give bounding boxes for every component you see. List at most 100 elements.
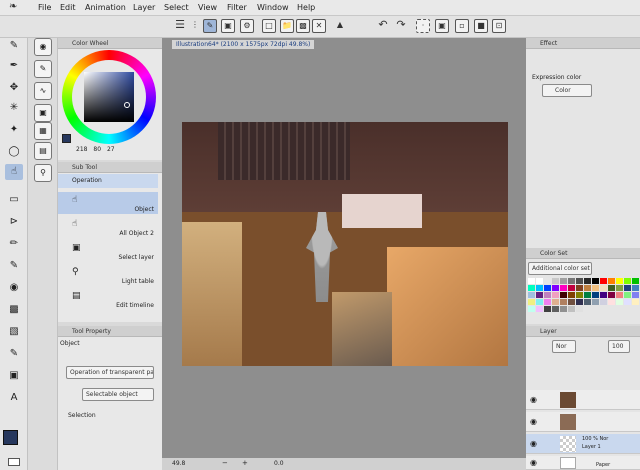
angle-value[interactable]: 0.0 [274,460,284,467]
color-swatch[interactable] [568,278,575,284]
zoom-out-icon[interactable]: − [222,459,228,467]
color-swatch[interactable] [576,278,583,284]
color-swatch[interactable] [568,292,575,298]
search-icon[interactable]: ⚲ [34,164,52,182]
transparent-operation-dropdown[interactable]: Operation of transparent part [66,366,154,379]
color-swatch[interactable] [560,285,567,291]
transparent-color-swatch[interactable] [8,458,20,466]
layer-row[interactable]: ◉ [526,412,640,432]
color-wheel[interactable] [62,50,156,144]
color-swatch[interactable] [536,306,543,312]
color-set-palette[interactable] [528,278,639,318]
menu-view[interactable]: View [198,3,217,12]
color-swatch[interactable] [592,285,599,291]
subtool-item-object[interactable]: ☝ Object [58,192,158,214]
color-swatch[interactable] [584,299,591,305]
new-file-icon[interactable]: □ [262,19,276,33]
color-swatch[interactable] [624,299,631,305]
color-set-dropdown[interactable]: Additional color set [528,262,592,275]
color-swatch[interactable] [544,299,551,305]
color-swatch[interactable] [632,285,639,291]
color-swatch[interactable] [600,285,607,291]
current-color-swatch[interactable] [62,134,71,143]
menu-window[interactable]: Window [257,3,289,12]
subtool-item-light-table[interactable]: ⚲ Light table [58,264,158,286]
color-swatch[interactable] [624,278,631,284]
close-file-icon[interactable]: ✕ [312,19,326,33]
color-swatch[interactable] [568,285,575,291]
color-swatch[interactable] [600,292,607,298]
layer-row[interactable]: ◉ [526,390,640,410]
marker-tool-icon[interactable]: ✏ [5,236,23,252]
menu-file[interactable]: File [38,3,51,12]
clear-icon[interactable]: ▫ [455,19,469,33]
fill-icon[interactable]: ■ [474,19,488,33]
hamburger-icon[interactable]: ☰ [173,19,187,33]
color-swatch[interactable] [552,292,559,298]
fill-tool-icon[interactable]: ▩ [5,302,23,318]
color-swatch[interactable] [608,278,615,284]
color-swatch[interactable] [536,292,543,298]
operation-tool-icon[interactable]: ☝ [5,164,23,180]
menu-select[interactable]: Select [164,3,189,12]
select-all-icon[interactable]: ▣ [435,19,449,33]
open-folder-icon[interactable]: 📁 [280,19,294,33]
gradient-tool-icon[interactable]: ▧ [5,324,23,340]
zoom-tool-icon[interactable]: ✦ [5,122,23,138]
lasso-tool-icon[interactable]: ◯ [5,144,23,160]
canvas-tab[interactable]: Illustration64* (2100 x 1575px 72dpi 49.… [172,40,315,49]
history-icon[interactable]: ▤ [34,142,52,160]
undo-icon[interactable]: ↶ [376,19,390,33]
color-swatch[interactable] [552,278,559,284]
color-swatch[interactable] [576,292,583,298]
color-picker-icon[interactable]: ◉ [5,280,23,296]
layer-row-layer-1[interactable]: ◉ 100 % Nor Layer 1 [526,434,640,454]
saturation-value-square[interactable] [84,72,134,122]
color-swatch[interactable] [560,292,567,298]
color-swatch[interactable] [592,299,599,305]
figure-tool-icon[interactable]: ✎ [5,346,23,362]
auto-select-icon[interactable]: ✳ [5,100,23,116]
gallery-icon[interactable]: ▣ [221,19,235,33]
subtool-item-edit-timeline[interactable]: ▤ Edit timeline [58,288,158,310]
color-swatch[interactable] [552,285,559,291]
color-swatch[interactable] [528,306,535,312]
settings-icon[interactable]: ⚙ [240,19,254,33]
color-swatch[interactable] [568,299,575,305]
menu-help[interactable]: Help [297,3,315,12]
color-swatch[interactable] [600,278,607,284]
pencil-tool-icon[interactable]: ✎ [5,258,23,274]
mixer-icon[interactable]: ∿ [34,82,52,100]
color-swatch[interactable] [592,278,599,284]
camera-icon[interactable]: ▦ [34,122,52,140]
color-swatch[interactable] [560,306,567,312]
color-swatch[interactable] [576,306,583,312]
move-tool-icon[interactable]: ✥ [5,80,23,96]
color-swatch[interactable] [608,292,615,298]
color-swatch[interactable] [544,278,551,284]
color-swatch[interactable] [608,299,615,305]
canvas-image[interactable] [182,122,508,366]
frame-tool-icon[interactable]: ▣ [5,368,23,384]
color-swatch[interactable] [608,285,615,291]
pen-tool-icon[interactable]: ✒ [5,58,23,74]
color-swatch[interactable] [632,292,639,298]
color-swatch[interactable] [584,278,591,284]
color-swatch[interactable] [528,299,535,305]
zoom-value[interactable]: 49.8 [172,460,185,467]
blend-mode-dropdown[interactable]: Nor [552,340,576,353]
color-swatch[interactable] [584,285,591,291]
eye-icon[interactable]: ◉ [530,417,537,426]
save-icon[interactable]: ▩ [296,19,310,33]
color-swatch[interactable] [600,299,607,305]
color-swatch[interactable] [544,306,551,312]
eyedropper-icon[interactable]: ⊳ [5,214,23,230]
navigator-icon[interactable]: ▣ [34,104,52,122]
dots-icon[interactable]: ⋮ [188,19,202,33]
color-swatch[interactable] [576,299,583,305]
color-swatch[interactable] [592,292,599,298]
color-swatch[interactable] [552,306,559,312]
subtool-item-select-layer[interactable]: ▣ Select layer [58,240,158,262]
menu-layer[interactable]: Layer [133,3,155,12]
color-swatch[interactable] [528,278,535,284]
